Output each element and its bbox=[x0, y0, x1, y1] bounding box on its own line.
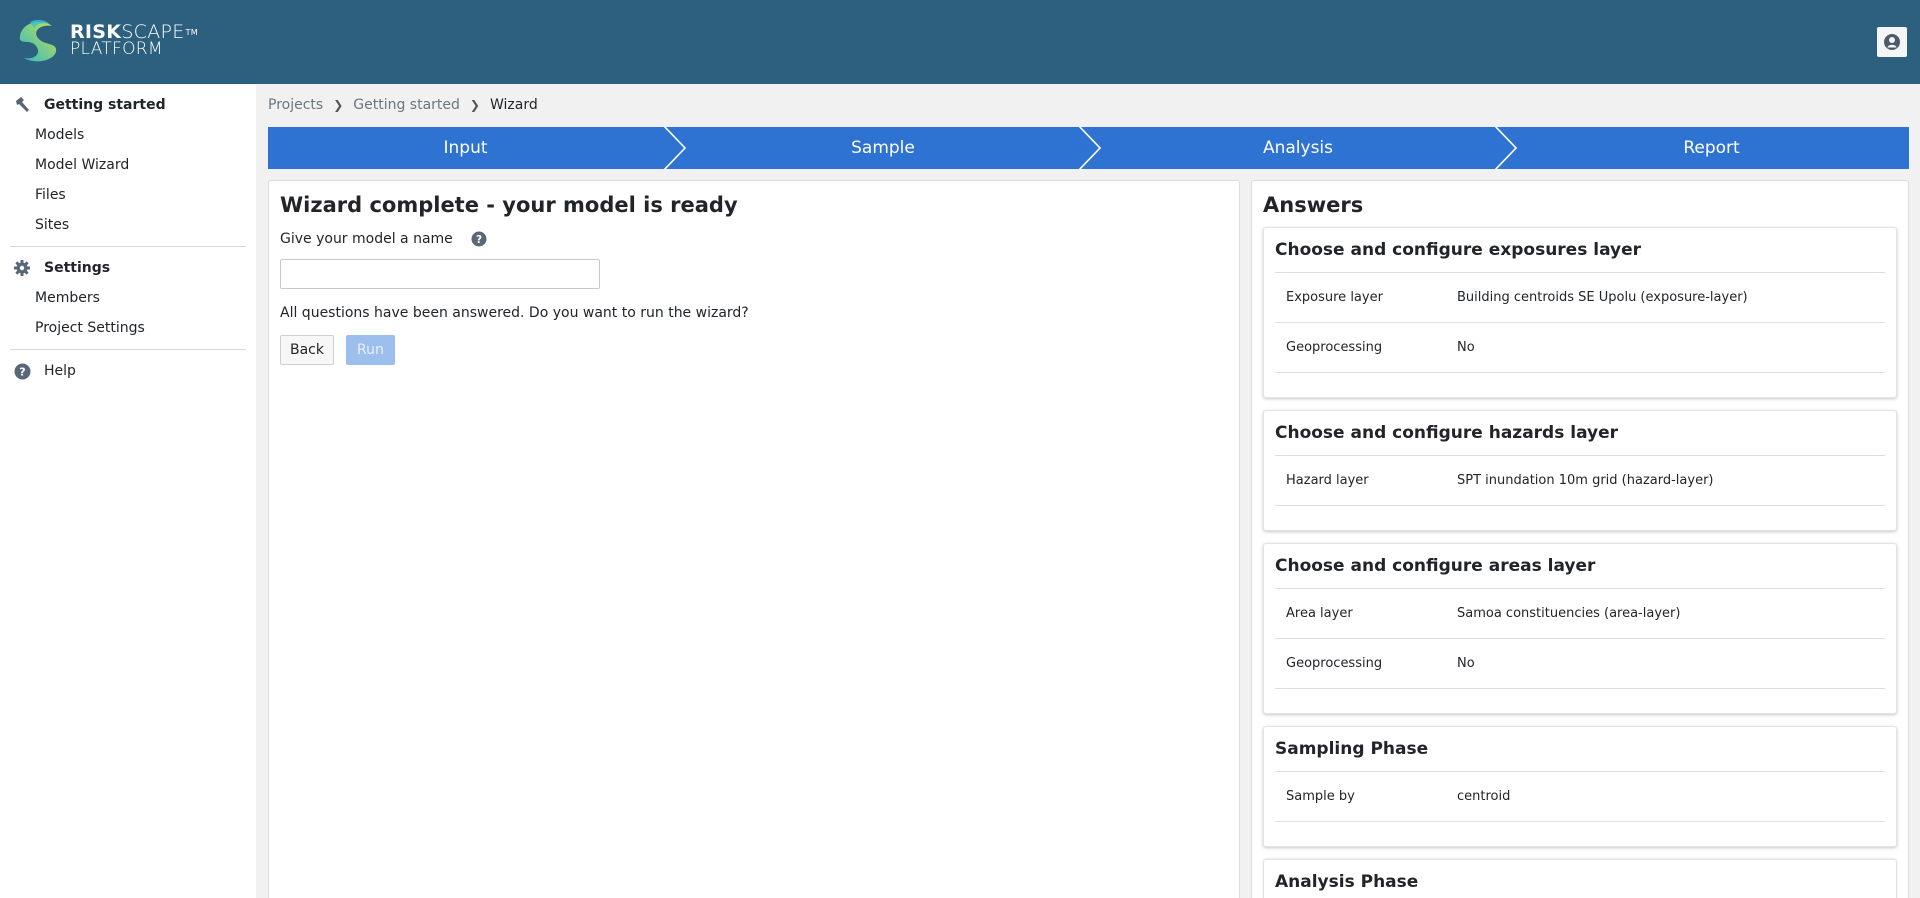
riskscape-logo[interactable]: RISKSCAPETM PLATFORM bbox=[12, 16, 198, 66]
step-input[interactable]: Input bbox=[268, 127, 663, 169]
sidebar: Getting started Models Model Wizard File… bbox=[0, 84, 256, 898]
answer-value: Building centroids SE Upolu (exposure-la… bbox=[1457, 290, 1748, 305]
step-label: Input bbox=[443, 138, 488, 158]
sidebar-heading-getting-started[interactable]: Getting started bbox=[10, 90, 246, 120]
user-menu-button[interactable] bbox=[1877, 27, 1907, 57]
sidebar-item-models[interactable]: Models bbox=[10, 120, 246, 150]
answer-key: Area layer bbox=[1286, 606, 1353, 621]
logo-word-platform: PLATFORM bbox=[70, 39, 163, 59]
sidebar-item-files[interactable]: Files bbox=[10, 180, 246, 210]
answer-section-title: Analysis Phase bbox=[1275, 872, 1419, 892]
breadcrumb-projects[interactable]: Projects bbox=[268, 97, 323, 113]
sidebar-item-members[interactable]: Members bbox=[10, 283, 246, 313]
back-button[interactable]: Back bbox=[280, 335, 334, 365]
svg-text:?: ? bbox=[19, 365, 25, 378]
sidebar-heading-help[interactable]: ? Help bbox=[10, 356, 246, 386]
sidebar-heading-label: Getting started bbox=[44, 97, 166, 113]
model-name-input[interactable] bbox=[280, 259, 600, 289]
model-name-label-row: Give your model a name ? bbox=[280, 231, 1228, 247]
sidebar-item-project-settings[interactable]: Project Settings bbox=[10, 313, 246, 343]
sidebar-item-label: Project Settings bbox=[35, 320, 145, 336]
sidebar-heading-settings[interactable]: Settings bbox=[10, 253, 246, 283]
step-analysis[interactable]: Analysis bbox=[1098, 127, 1498, 169]
sidebar-item-model-wizard[interactable]: Model Wizard bbox=[10, 150, 246, 180]
hammer-icon bbox=[12, 95, 32, 115]
answer-row: Exposure layer Building centroids SE Upo… bbox=[1275, 273, 1885, 323]
chevron-right-icon: ❯ bbox=[469, 98, 480, 112]
answer-value: Samoa constituencies (area-layer) bbox=[1457, 606, 1681, 621]
user-circle-icon bbox=[1884, 34, 1900, 50]
answer-key: Hazard layer bbox=[1286, 473, 1369, 488]
answers-panel: Answers Choose and configure exposures l… bbox=[1251, 180, 1909, 898]
answer-section-analysis: Analysis Phase bbox=[1263, 859, 1897, 898]
run-button[interactable]: Run bbox=[346, 335, 395, 365]
sidebar-item-label: Members bbox=[35, 290, 100, 306]
top-bar: RISKSCAPETM PLATFORM bbox=[0, 0, 1920, 84]
answer-section-sampling: Sampling Phase Sample by centroid bbox=[1263, 726, 1897, 847]
sidebar-item-label: Model Wizard bbox=[35, 157, 130, 173]
answer-section-title: Sampling Phase bbox=[1275, 727, 1885, 772]
wizard-actions: Back Run bbox=[280, 335, 1228, 365]
answer-key: Geoprocessing bbox=[1286, 656, 1383, 671]
sidebar-heading-label: Settings bbox=[44, 260, 111, 276]
gear-icon bbox=[12, 258, 32, 278]
answer-row: Area layer Samoa constituencies (area-la… bbox=[1275, 589, 1885, 639]
logo-text: RISKSCAPETM PLATFORM bbox=[70, 23, 198, 59]
step-label: Analysis bbox=[1262, 138, 1334, 158]
help-tooltip-icon[interactable]: ? bbox=[471, 231, 487, 247]
sidebar-item-label: Models bbox=[35, 127, 85, 143]
answer-section-title: Choose and configure exposures layer bbox=[1275, 228, 1885, 273]
completion-message: All questions have been answered. Do you… bbox=[280, 305, 749, 321]
answer-section-areas: Choose and configure areas layer Area la… bbox=[1263, 543, 1897, 714]
sidebar-heading-label: Help bbox=[44, 363, 76, 379]
sidebar-item-label: Sites bbox=[35, 217, 70, 233]
answer-value: centroid bbox=[1457, 789, 1511, 804]
answers-title: Answers bbox=[1263, 193, 1364, 217]
sidebar-item-label: Files bbox=[35, 187, 66, 203]
answer-value: SPT inundation 10m grid (hazard-layer) bbox=[1457, 473, 1714, 488]
breadcrumb-getting-started[interactable]: Getting started bbox=[353, 97, 460, 113]
wizard-stepper: Input Sample Analysis Report bbox=[268, 127, 1909, 169]
answer-row: Hazard layer SPT inundation 10m grid (ha… bbox=[1275, 456, 1885, 506]
answer-section-title: Choose and configure hazards layer bbox=[1275, 411, 1885, 456]
breadcrumb-wizard: Wizard bbox=[489, 97, 538, 113]
answer-row: Geoprocessing No bbox=[1275, 323, 1885, 373]
breadcrumb: Projects ❯ Getting started ❯ Wizard bbox=[268, 97, 538, 113]
answer-value: No bbox=[1457, 340, 1475, 355]
chevron-right-icon: ❯ bbox=[333, 98, 344, 112]
answer-section-title: Choose and configure areas layer bbox=[1275, 544, 1885, 589]
logo-mark-icon bbox=[14, 18, 60, 64]
sidebar-divider bbox=[10, 349, 246, 350]
step-report[interactable]: Report bbox=[1514, 127, 1909, 169]
answer-key: Sample by bbox=[1286, 789, 1355, 804]
answer-key: Geoprocessing bbox=[1286, 340, 1383, 355]
sidebar-item-sites[interactable]: Sites bbox=[10, 210, 246, 240]
answer-key: Exposure layer bbox=[1286, 290, 1383, 305]
wizard-complete-panel: Wizard complete - your model is ready Gi… bbox=[268, 180, 1240, 898]
sidebar-divider bbox=[10, 246, 246, 247]
question-circle-icon: ? bbox=[12, 361, 32, 381]
step-label: Report bbox=[1683, 138, 1740, 158]
answer-row: Geoprocessing No bbox=[1275, 639, 1885, 689]
answer-value: No bbox=[1457, 656, 1475, 671]
svg-text:?: ? bbox=[476, 234, 482, 246]
answer-section-exposures: Choose and configure exposures layer Exp… bbox=[1263, 227, 1897, 398]
logo-trademark: TM bbox=[185, 28, 198, 37]
page-title: Wizard complete - your model is ready bbox=[280, 193, 738, 217]
model-name-label: Give your model a name bbox=[280, 231, 453, 247]
sidebar-group-getting-started: Getting started Models Model Wizard File… bbox=[0, 90, 256, 386]
step-label: Sample bbox=[851, 138, 915, 158]
step-sample[interactable]: Sample bbox=[683, 127, 1083, 169]
answer-row: Sample by centroid bbox=[1275, 772, 1885, 822]
answer-section-hazards: Choose and configure hazards layer Hazar… bbox=[1263, 410, 1897, 531]
